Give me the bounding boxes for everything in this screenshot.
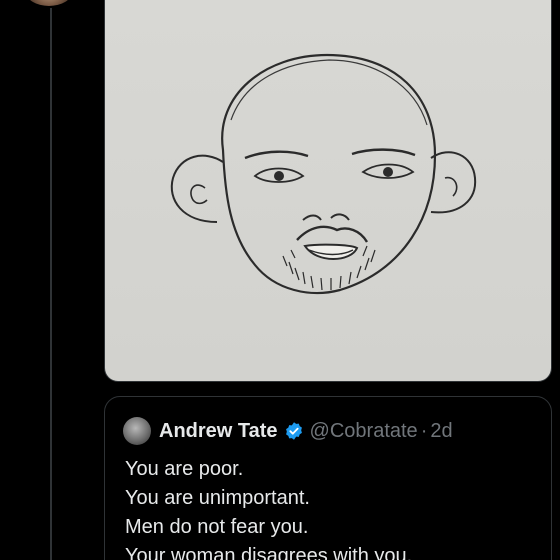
quoted-tweet-timestamp[interactable]: 2d <box>430 420 452 443</box>
quoted-tweet-card[interactable]: Andrew Tate @Cobratate · 2d You are poor… <box>104 396 552 560</box>
quoted-author-avatar[interactable] <box>123 417 151 445</box>
quoted-tweet-header: Andrew Tate @Cobratate · 2d <box>123 417 453 445</box>
thread-connector-line <box>50 8 52 560</box>
reply-author-avatar[interactable] <box>26 0 72 6</box>
quoted-tweet-line: Your woman disagrees with you. <box>125 545 413 560</box>
tweet-media-image[interactable] <box>104 0 552 382</box>
quoted-author-handle[interactable]: @Cobratate <box>310 420 418 443</box>
quoted-author-name[interactable]: Andrew Tate <box>159 420 278 443</box>
quoted-tweet-text: You are poor. You are unimportant. Men d… <box>125 455 412 560</box>
header-separator: · <box>420 419 428 442</box>
quoted-tweet-line: You are unimportant. <box>125 487 310 509</box>
face-sketch-drawing <box>170 53 477 294</box>
tweet-thread-view: Andrew Tate @Cobratate · 2d You are poor… <box>0 0 560 560</box>
quoted-tweet-line: Men do not fear you. <box>125 516 309 538</box>
quoted-tweet-line: You are poor. <box>125 458 244 480</box>
verified-badge-icon <box>284 421 304 441</box>
